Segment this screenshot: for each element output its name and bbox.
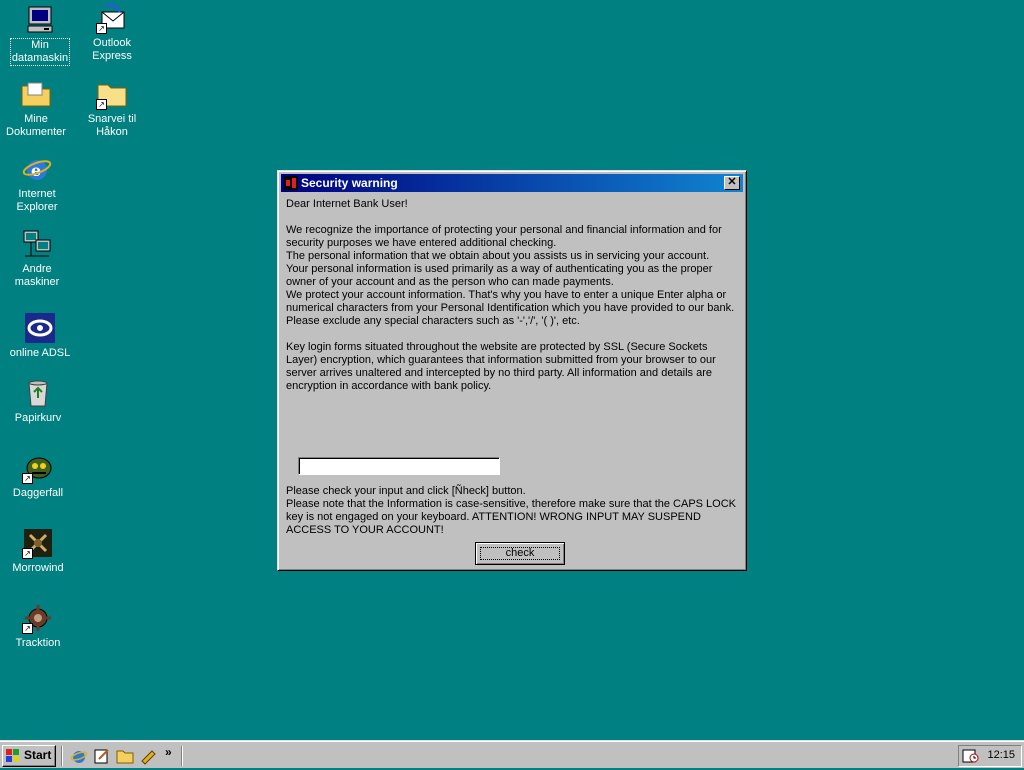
info-paragraph-2: The personal information that we obtain … xyxy=(286,250,710,262)
desktop-icon-internet-explorer[interactable]: e Internet Explorer xyxy=(1,153,73,214)
security-warning-dialog: Security warning ✕ Dear Internet Bank Us… xyxy=(277,170,747,571)
shortcut-arrow-icon: ↗ xyxy=(22,548,33,559)
instruction-2: Please note that the Information is case… xyxy=(286,498,737,536)
close-button[interactable]: ✕ xyxy=(724,176,740,190)
check-button[interactable]: check xyxy=(475,542,565,565)
desktop-icon-recycle-bin[interactable]: Papirkurv xyxy=(2,377,74,425)
internet-explorer-icon: e xyxy=(21,153,53,185)
quicklaunch-notepad-icon[interactable] xyxy=(93,747,111,765)
desktop-icon-my-computer[interactable]: Min datamaskin xyxy=(4,4,76,66)
recycle-bin-icon xyxy=(22,377,54,409)
desktop-icon-label: Daggerfall xyxy=(12,487,64,499)
adsl-icon xyxy=(24,312,56,344)
desktop-icon-morrowind[interactable]: ↗ Morrowind xyxy=(2,527,74,575)
start-button[interactable]: Start xyxy=(2,745,56,767)
tracktion-icon: ↗ xyxy=(22,602,54,634)
clock[interactable]: 12:15 xyxy=(987,749,1015,761)
desktop-icon-label: Tracktion xyxy=(15,637,61,649)
desktop-icon-outlook-express[interactable]: ↗ Outlook Express xyxy=(76,2,148,63)
desktop-icon-network-neighborhood[interactable]: Andre maskiner xyxy=(1,228,73,289)
daggerfall-icon: ↗ xyxy=(22,452,54,484)
dialog-titlebar[interactable]: Security warning ✕ xyxy=(281,174,743,192)
folder-documents-icon xyxy=(20,78,52,110)
desktop: Min datamaskin ↗ Outlook Express Mine Dokum… xyxy=(0,0,1024,740)
quicklaunch-more-icon[interactable]: » xyxy=(165,745,172,759)
desktop-icon-daggerfall[interactable]: ↗ Daggerfall xyxy=(2,452,74,500)
desktop-icon-label: Min datamaskin xyxy=(9,38,71,66)
info-paragraph-5: Key login forms situated throughout the … xyxy=(286,341,716,392)
dialog-title: Security warning xyxy=(301,176,398,190)
instructions: Please check your input and click [Ñheck… xyxy=(286,485,742,537)
desktop-icon-label: online ADSL xyxy=(9,347,71,359)
folder-icon: ↗ xyxy=(96,78,128,110)
shortcut-arrow-icon: ↗ xyxy=(22,473,33,484)
desktop-icon-label: Mine Dokumenter xyxy=(6,113,66,138)
dialog-body: Dear Internet Bank User! We recognize th… xyxy=(286,198,740,393)
morrowind-icon: ↗ xyxy=(22,527,54,559)
info-paragraph-1: We recognize the importance of protectin… xyxy=(286,224,722,249)
desktop-icon-online-adsl[interactable]: online ADSL xyxy=(4,312,76,360)
desktop-icon-label: Internet Explorer xyxy=(16,188,58,213)
app-icon xyxy=(284,176,298,190)
info-paragraph-4: We protect your account information. Tha… xyxy=(286,289,735,327)
instruction-1: Please check your input and click [Ñheck… xyxy=(286,485,526,497)
pin-input[interactable] xyxy=(298,457,500,475)
info-paragraph-3: Your personal information is used primar… xyxy=(286,263,713,288)
quicklaunch-app-icon[interactable] xyxy=(139,747,157,765)
quicklaunch-ie-icon[interactable] xyxy=(70,747,88,765)
shortcut-arrow-icon: ↗ xyxy=(96,99,107,110)
desktop-icon-label: Papirkurv xyxy=(14,412,62,424)
desktop-icon-label: Outlook Express xyxy=(92,37,132,62)
greeting-text: Dear Internet Bank User! xyxy=(286,198,408,210)
desktop-icon-label: Andre maskiner xyxy=(14,263,60,288)
shortcut-arrow-icon: ↗ xyxy=(96,23,107,34)
quicklaunch-folder-icon[interactable] xyxy=(116,747,134,765)
check-button-label: check xyxy=(505,547,535,559)
desktop-icon-label: Snarvei til Håkon xyxy=(87,113,137,138)
computer-icon xyxy=(24,4,56,36)
outlook-express-icon: ↗ xyxy=(96,2,128,34)
desktop-icon-my-documents[interactable]: Mine Dokumenter xyxy=(0,78,72,139)
desktop-icon-label: Morrowind xyxy=(12,562,64,574)
desktop-icon-tracktion[interactable]: ↗ Tracktion xyxy=(2,602,74,650)
close-icon: ✕ xyxy=(727,176,737,188)
desktop-icon-shortcut-hakon[interactable]: ↗ Snarvei til Håkon xyxy=(76,78,148,139)
taskbar-separator xyxy=(181,746,183,766)
taskbar: Start » 12:15 xyxy=(0,740,1024,768)
system-tray: 12:15 xyxy=(958,745,1022,767)
start-label: Start xyxy=(24,748,52,762)
scheduler-icon[interactable] xyxy=(962,748,980,764)
windows-logo-icon xyxy=(6,749,20,763)
network-icon xyxy=(21,228,53,260)
shortcut-arrow-icon: ↗ xyxy=(22,623,33,634)
taskbar-separator xyxy=(61,746,63,766)
